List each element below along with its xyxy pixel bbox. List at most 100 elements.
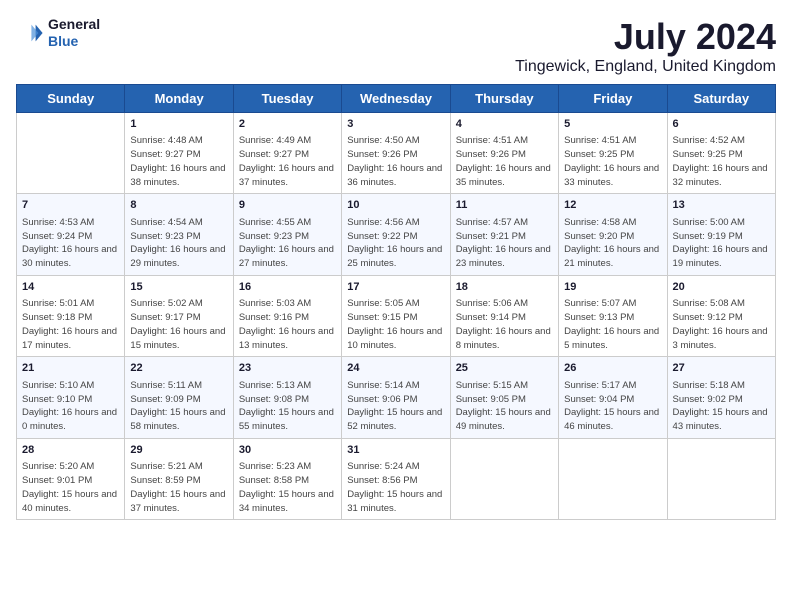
weekday-header-sunday: Sunday: [17, 85, 125, 113]
calendar-cell: [450, 438, 558, 519]
calendar-cell: 20Sunrise: 5:08 AMSunset: 9:12 PMDayligh…: [667, 275, 775, 356]
day-number: 18: [456, 280, 553, 295]
day-number: 25: [456, 361, 553, 376]
day-info: Sunrise: 5:03 AMSunset: 9:16 PMDaylight:…: [239, 297, 336, 352]
calendar-cell: 24 Sunrise: 5:14 AMSunset: 9:06 PMDayligh…: [342, 357, 450, 438]
day-number: 14: [22, 280, 119, 295]
day-info: Sunrise: 5:23 AMSunset: 8:58 PMDaylight:…: [239, 460, 336, 515]
calendar-week-row: 28 Sunrise: 5:20 AMSunset: 9:01 PMDayligh…: [17, 438, 776, 519]
day-number: 27: [673, 361, 770, 376]
day-info: Sunrise: 4:56 AMSunset: 9:22 PMDaylight:…: [347, 216, 444, 271]
day-info: Sunrise: 4:52 AMSunset: 9:25 PMDaylight:…: [673, 134, 770, 189]
calendar-week-row: 14 Sunrise: 5:01 AMSunset: 9:18 PMDayligh…: [17, 275, 776, 356]
calendar-cell: 12 Sunrise: 4:58 AMSunset: 9:20 PMDayligh…: [559, 194, 667, 275]
calendar-cell: 9Sunrise: 4:55 AMSunset: 9:23 PMDaylight…: [233, 194, 341, 275]
day-number: 16: [239, 280, 336, 295]
day-number: 21: [22, 361, 119, 376]
day-info: Sunrise: 5:14 AMSunset: 9:06 PMDaylight:…: [347, 379, 444, 434]
day-info: Sunrise: 4:50 AMSunset: 9:26 PMDaylight:…: [347, 134, 444, 189]
day-info: Sunrise: 5:05 AMSunset: 9:15 PMDaylight:…: [347, 297, 444, 352]
calendar-cell: 6 Sunrise: 4:52 AMSunset: 9:25 PMDaylight…: [667, 113, 775, 194]
calendar-cell: 10Sunrise: 4:56 AMSunset: 9:22 PMDayligh…: [342, 194, 450, 275]
day-number: 15: [130, 280, 227, 295]
calendar-cell: 13Sunrise: 5:00 AMSunset: 9:19 PMDayligh…: [667, 194, 775, 275]
weekday-header-tuesday: Tuesday: [233, 85, 341, 113]
calendar-cell: 22 Sunrise: 5:11 AMSunset: 9:09 PMDayligh…: [125, 357, 233, 438]
day-info: Sunrise: 5:24 AMSunset: 8:56 PMDaylight:…: [347, 460, 444, 515]
day-number: 29: [130, 443, 227, 458]
logo-blue: Blue: [48, 33, 100, 50]
day-number: 19: [564, 280, 661, 295]
day-info: Sunrise: 4:48 AMSunset: 9:27 PMDaylight:…: [130, 134, 227, 189]
day-info: Sunrise: 4:51 AMSunset: 9:25 PMDaylight:…: [564, 134, 661, 189]
calendar-cell: 18 Sunrise: 5:06 AMSunset: 9:14 PMDayligh…: [450, 275, 558, 356]
calendar-cell: 17 Sunrise: 5:05 AMSunset: 9:15 PMDayligh…: [342, 275, 450, 356]
calendar-cell: 19Sunrise: 5:07 AMSunset: 9:13 PMDayligh…: [559, 275, 667, 356]
logo-icon: [16, 19, 44, 47]
calendar-cell: 7Sunrise: 4:53 AMSunset: 9:24 PMDaylight…: [17, 194, 125, 275]
weekday-header-row: SundayMondayTuesdayWednesdayThursdayFrid…: [17, 85, 776, 113]
calendar-table: SundayMondayTuesdayWednesdayThursdayFrid…: [16, 84, 776, 520]
day-number: 28: [22, 443, 119, 458]
calendar-header: SundayMondayTuesdayWednesdayThursdayFrid…: [17, 85, 776, 113]
calendar-cell: 3 Sunrise: 4:50 AMSunset: 9:26 PMDaylight…: [342, 113, 450, 194]
day-info: Sunrise: 4:54 AMSunset: 9:23 PMDaylight:…: [130, 216, 227, 271]
day-number: 20: [673, 280, 770, 295]
calendar-cell: 31Sunrise: 5:24 AMSunset: 8:56 PMDayligh…: [342, 438, 450, 519]
day-number: 3: [347, 117, 444, 132]
calendar-week-row: 21 Sunrise: 5:10 AMSunset: 9:10 PMDayligh…: [17, 357, 776, 438]
day-info: Sunrise: 4:57 AMSunset: 9:21 PMDaylight:…: [456, 216, 553, 271]
calendar-cell: 5 Sunrise: 4:51 AMSunset: 9:25 PMDaylight…: [559, 113, 667, 194]
day-info: Sunrise: 5:15 AMSunset: 9:05 PMDaylight:…: [456, 379, 553, 434]
day-number: 26: [564, 361, 661, 376]
day-number: 30: [239, 443, 336, 458]
calendar-body: 1Sunrise: 4:48 AMSunset: 9:27 PMDaylight…: [17, 113, 776, 520]
calendar-week-row: 7Sunrise: 4:53 AMSunset: 9:24 PMDaylight…: [17, 194, 776, 275]
calendar-cell: 27 Sunrise: 5:18 AMSunset: 9:02 PMDayligh…: [667, 357, 775, 438]
location-subtitle: Tingewick, England, United Kingdom: [515, 58, 776, 76]
day-number: 24: [347, 361, 444, 376]
day-info: Sunrise: 4:51 AMSunset: 9:26 PMDaylight:…: [456, 134, 553, 189]
day-number: 8: [130, 198, 227, 213]
weekday-header-monday: Monday: [125, 85, 233, 113]
calendar-cell: [17, 113, 125, 194]
day-info: Sunrise: 5:21 AMSunset: 8:59 PMDaylight:…: [130, 460, 227, 515]
day-number: 7: [22, 198, 119, 213]
day-info: Sunrise: 5:11 AMSunset: 9:09 PMDaylight:…: [130, 379, 227, 434]
day-number: 12: [564, 198, 661, 213]
day-info: Sunrise: 4:58 AMSunset: 9:20 PMDaylight:…: [564, 216, 661, 271]
day-number: 17: [347, 280, 444, 295]
weekday-header-saturday: Saturday: [667, 85, 775, 113]
calendar-cell: 30 Sunrise: 5:23 AMSunset: 8:58 PMDayligh…: [233, 438, 341, 519]
day-number: 6: [673, 117, 770, 132]
day-info: Sunrise: 5:02 AMSunset: 9:17 PMDaylight:…: [130, 297, 227, 352]
day-info: Sunrise: 5:06 AMSunset: 9:14 PMDaylight:…: [456, 297, 553, 352]
calendar-cell: [559, 438, 667, 519]
calendar-cell: 11 Sunrise: 4:57 AMSunset: 9:21 PMDayligh…: [450, 194, 558, 275]
day-number: 13: [673, 198, 770, 213]
day-info: Sunrise: 4:49 AMSunset: 9:27 PMDaylight:…: [239, 134, 336, 189]
day-info: Sunrise: 5:10 AMSunset: 9:10 PMDaylight:…: [22, 379, 119, 434]
calendar-week-row: 1Sunrise: 4:48 AMSunset: 9:27 PMDaylight…: [17, 113, 776, 194]
month-year-title: July 2024: [515, 16, 776, 58]
day-info: Sunrise: 5:18 AMSunset: 9:02 PMDaylight:…: [673, 379, 770, 434]
calendar-cell: 14 Sunrise: 5:01 AMSunset: 9:18 PMDayligh…: [17, 275, 125, 356]
day-number: 5: [564, 117, 661, 132]
day-info: Sunrise: 5:20 AMSunset: 9:01 PMDaylight:…: [22, 460, 119, 515]
day-number: 11: [456, 198, 553, 213]
calendar-cell: 28 Sunrise: 5:20 AMSunset: 9:01 PMDayligh…: [17, 438, 125, 519]
day-info: Sunrise: 5:17 AMSunset: 9:04 PMDaylight:…: [564, 379, 661, 434]
day-number: 9: [239, 198, 336, 213]
calendar-cell: 25 Sunrise: 5:15 AMSunset: 9:05 PMDayligh…: [450, 357, 558, 438]
calendar-cell: 26 Sunrise: 5:17 AMSunset: 9:04 PMDayligh…: [559, 357, 667, 438]
calendar-cell: 8 Sunrise: 4:54 AMSunset: 9:23 PMDaylight…: [125, 194, 233, 275]
day-number: 22: [130, 361, 227, 376]
header: General Blue July 2024 Tingewick, Englan…: [16, 16, 776, 76]
calendar-cell: 23Sunrise: 5:13 AMSunset: 9:08 PMDayligh…: [233, 357, 341, 438]
day-number: 23: [239, 361, 336, 376]
logo-general: General: [48, 16, 100, 33]
day-info: Sunrise: 5:01 AMSunset: 9:18 PMDaylight:…: [22, 297, 119, 352]
calendar-cell: 16 Sunrise: 5:03 AMSunset: 9:16 PMDayligh…: [233, 275, 341, 356]
page-container: General Blue July 2024 Tingewick, Englan…: [16, 16, 776, 520]
calendar-cell: 1Sunrise: 4:48 AMSunset: 9:27 PMDaylight…: [125, 113, 233, 194]
